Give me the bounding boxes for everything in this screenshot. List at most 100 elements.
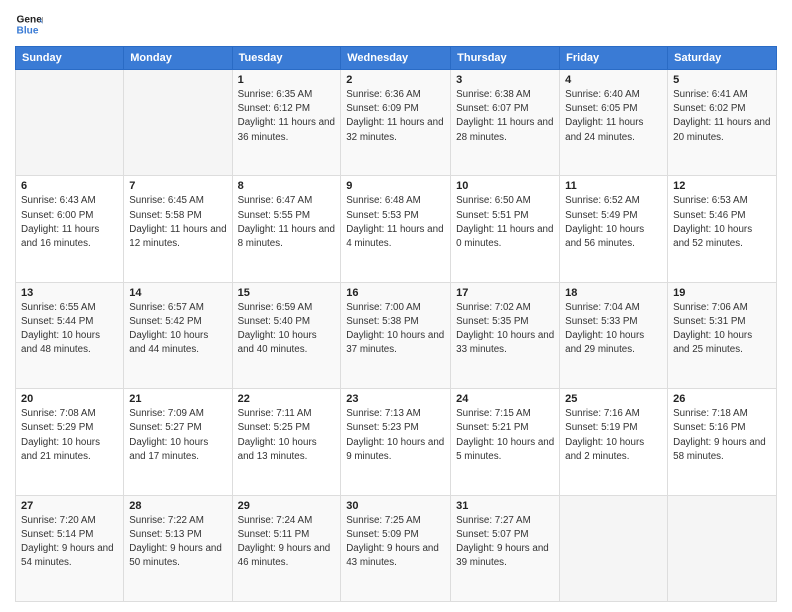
day-number: 15 xyxy=(238,287,336,299)
calendar-cell: 28Sunrise: 7:22 AM Sunset: 5:13 PM Dayli… xyxy=(124,495,232,601)
day-info: Sunrise: 6:41 AM Sunset: 6:02 PM Dayligh… xyxy=(673,88,771,145)
day-number: 10 xyxy=(456,180,554,192)
day-info: Sunrise: 7:11 AM Sunset: 5:25 PM Dayligh… xyxy=(238,407,336,464)
day-number: 5 xyxy=(673,74,771,86)
day-number: 23 xyxy=(346,393,445,405)
calendar-cell: 13 Sunrise: 6:55 AM Sunset: 5:44 PM Dayli… xyxy=(16,282,124,388)
calendar-cell: 30 Sunrise: 7:25 AM Sunset: 5:09 PM Dayli… xyxy=(341,495,451,601)
weekday-header: Thursday xyxy=(451,47,560,70)
day-info: Sunrise: 6:38 AM Sunset: 6:07 PM Dayligh… xyxy=(456,88,554,145)
calendar-cell: 1 Sunrise: 6:35 AM Sunset: 6:12 PM Daylig… xyxy=(232,70,341,176)
calendar-cell: 15Sunrise: 6:59 AM Sunset: 5:40 PM Dayli… xyxy=(232,282,341,388)
calendar-cell: 3 Sunrise: 6:38 AM Sunset: 6:07 PM Daylig… xyxy=(451,70,560,176)
day-info: Sunrise: 6:47 AM Sunset: 5:55 PM Dayligh… xyxy=(238,194,336,251)
calendar-cell: 4 Sunrise: 6:40 AM Sunset: 6:05 PM Daylig… xyxy=(560,70,668,176)
calendar-cell: 25 Sunrise: 7:16 AM Sunset: 5:19 PM Dayli… xyxy=(560,389,668,495)
calendar-cell: 18Sunrise: 7:04 AM Sunset: 5:33 PM Dayli… xyxy=(560,282,668,388)
calendar-cell: 31 Sunrise: 7:27 AM Sunset: 5:07 PM Dayli… xyxy=(451,495,560,601)
day-number: 19 xyxy=(673,287,771,299)
calendar-cell: 16 Sunrise: 7:00 AM Sunset: 5:38 PM Dayli… xyxy=(341,282,451,388)
day-number: 21 xyxy=(129,393,226,405)
calendar-cell xyxy=(16,70,124,176)
day-number: 1 xyxy=(238,74,336,86)
calendar-cell: 17 Sunrise: 7:02 AM Sunset: 5:35 PM Dayli… xyxy=(451,282,560,388)
day-number: 6 xyxy=(21,180,118,192)
calendar-cell xyxy=(560,495,668,601)
day-info: Sunrise: 7:02 AM Sunset: 5:35 PM Dayligh… xyxy=(456,301,554,358)
calendar-cell xyxy=(668,495,777,601)
calendar-cell: 7 Sunrise: 6:45 AM Sunset: 5:58 PM Daylig… xyxy=(124,176,232,282)
calendar-table: SundayMondayTuesdayWednesdayThursdayFrid… xyxy=(15,46,777,602)
calendar-cell xyxy=(124,70,232,176)
calendar-cell: 12 Sunrise: 6:53 AM Sunset: 5:46 PM Dayli… xyxy=(668,176,777,282)
weekday-header: Friday xyxy=(560,47,668,70)
day-info: Sunrise: 7:13 AM Sunset: 5:23 PM Dayligh… xyxy=(346,407,445,464)
calendar-cell: 23 Sunrise: 7:13 AM Sunset: 5:23 PM Dayli… xyxy=(341,389,451,495)
day-info: Sunrise: 7:00 AM Sunset: 5:38 PM Dayligh… xyxy=(346,301,445,358)
day-number: 4 xyxy=(565,74,662,86)
day-info: Sunrise: 6:48 AM Sunset: 5:53 PM Dayligh… xyxy=(346,194,445,251)
day-number: 8 xyxy=(238,180,336,192)
calendar-cell: 29 Sunrise: 7:24 AM Sunset: 5:11 PM Dayli… xyxy=(232,495,341,601)
day-info: Sunrise: 7:04 AM Sunset: 5:33 PM Dayligh… xyxy=(565,301,662,358)
day-info: Sunrise: 6:35 AM Sunset: 6:12 PM Dayligh… xyxy=(238,88,336,145)
day-info: Sunrise: 6:45 AM Sunset: 5:58 PM Dayligh… xyxy=(129,194,226,251)
calendar-cell: 11 Sunrise: 6:52 AM Sunset: 5:49 PM Dayli… xyxy=(560,176,668,282)
weekday-header: Saturday xyxy=(668,47,777,70)
calendar-cell: 10 Sunrise: 6:50 AM Sunset: 5:51 PM Dayli… xyxy=(451,176,560,282)
calendar-cell: 2Sunrise: 6:36 AM Sunset: 6:09 PM Daylig… xyxy=(341,70,451,176)
day-info: Sunrise: 6:50 AM Sunset: 5:51 PM Dayligh… xyxy=(456,194,554,251)
day-number: 31 xyxy=(456,500,554,512)
day-info: Sunrise: 6:52 AM Sunset: 5:49 PM Dayligh… xyxy=(565,194,662,251)
day-info: Sunrise: 7:24 AM Sunset: 5:11 PM Dayligh… xyxy=(238,514,336,571)
day-info: Sunrise: 7:16 AM Sunset: 5:19 PM Dayligh… xyxy=(565,407,662,464)
day-info: Sunrise: 6:43 AM Sunset: 6:00 PM Dayligh… xyxy=(21,194,118,251)
weekday-header: Sunday xyxy=(16,47,124,70)
day-number: 17 xyxy=(456,287,554,299)
page-header: General Blue xyxy=(15,10,777,38)
day-info: Sunrise: 6:53 AM Sunset: 5:46 PM Dayligh… xyxy=(673,194,771,251)
weekday-header: Monday xyxy=(124,47,232,70)
day-info: Sunrise: 7:25 AM Sunset: 5:09 PM Dayligh… xyxy=(346,514,445,571)
day-number: 11 xyxy=(565,180,662,192)
day-number: 30 xyxy=(346,500,445,512)
calendar-cell: 9 Sunrise: 6:48 AM Sunset: 5:53 PM Daylig… xyxy=(341,176,451,282)
calendar-cell: 24Sunrise: 7:15 AM Sunset: 5:21 PM Dayli… xyxy=(451,389,560,495)
day-info: Sunrise: 7:09 AM Sunset: 5:27 PM Dayligh… xyxy=(129,407,226,464)
logo-icon: General Blue xyxy=(15,10,43,38)
day-info: Sunrise: 6:40 AM Sunset: 6:05 PM Dayligh… xyxy=(565,88,662,145)
calendar-cell: 27Sunrise: 7:20 AM Sunset: 5:14 PM Dayli… xyxy=(16,495,124,601)
day-number: 26 xyxy=(673,393,771,405)
day-number: 14 xyxy=(129,287,226,299)
calendar-cell: 22Sunrise: 7:11 AM Sunset: 5:25 PM Dayli… xyxy=(232,389,341,495)
day-info: Sunrise: 7:20 AM Sunset: 5:14 PM Dayligh… xyxy=(21,514,118,571)
day-info: Sunrise: 7:18 AM Sunset: 5:16 PM Dayligh… xyxy=(673,407,771,464)
calendar-cell: 6 Sunrise: 6:43 AM Sunset: 6:00 PM Daylig… xyxy=(16,176,124,282)
day-number: 29 xyxy=(238,500,336,512)
day-info: Sunrise: 6:55 AM Sunset: 5:44 PM Dayligh… xyxy=(21,301,118,358)
day-number: 3 xyxy=(456,74,554,86)
day-info: Sunrise: 7:27 AM Sunset: 5:07 PM Dayligh… xyxy=(456,514,554,571)
day-info: Sunrise: 6:36 AM Sunset: 6:09 PM Dayligh… xyxy=(346,88,445,145)
day-number: 20 xyxy=(21,393,118,405)
weekday-header: Tuesday xyxy=(232,47,341,70)
day-info: Sunrise: 7:15 AM Sunset: 5:21 PM Dayligh… xyxy=(456,407,554,464)
day-number: 9 xyxy=(346,180,445,192)
day-number: 25 xyxy=(565,393,662,405)
calendar-cell: 5 Sunrise: 6:41 AM Sunset: 6:02 PM Daylig… xyxy=(668,70,777,176)
calendar-cell: 26 Sunrise: 7:18 AM Sunset: 5:16 PM Dayli… xyxy=(668,389,777,495)
day-number: 12 xyxy=(673,180,771,192)
day-number: 7 xyxy=(129,180,226,192)
calendar-cell: 14Sunrise: 6:57 AM Sunset: 5:42 PM Dayli… xyxy=(124,282,232,388)
day-number: 13 xyxy=(21,287,118,299)
svg-text:Blue: Blue xyxy=(17,25,39,36)
calendar-cell: 19 Sunrise: 7:06 AM Sunset: 5:31 PM Dayli… xyxy=(668,282,777,388)
logo: General Blue xyxy=(15,10,43,38)
day-info: Sunrise: 7:08 AM Sunset: 5:29 PM Dayligh… xyxy=(21,407,118,464)
svg-text:General: General xyxy=(17,14,43,25)
day-number: 16 xyxy=(346,287,445,299)
calendar-cell: 21 Sunrise: 7:09 AM Sunset: 5:27 PM Dayli… xyxy=(124,389,232,495)
day-info: Sunrise: 7:22 AM Sunset: 5:13 PM Dayligh… xyxy=(129,514,226,571)
day-info: Sunrise: 7:06 AM Sunset: 5:31 PM Dayligh… xyxy=(673,301,771,358)
calendar-cell: 8 Sunrise: 6:47 AM Sunset: 5:55 PM Daylig… xyxy=(232,176,341,282)
